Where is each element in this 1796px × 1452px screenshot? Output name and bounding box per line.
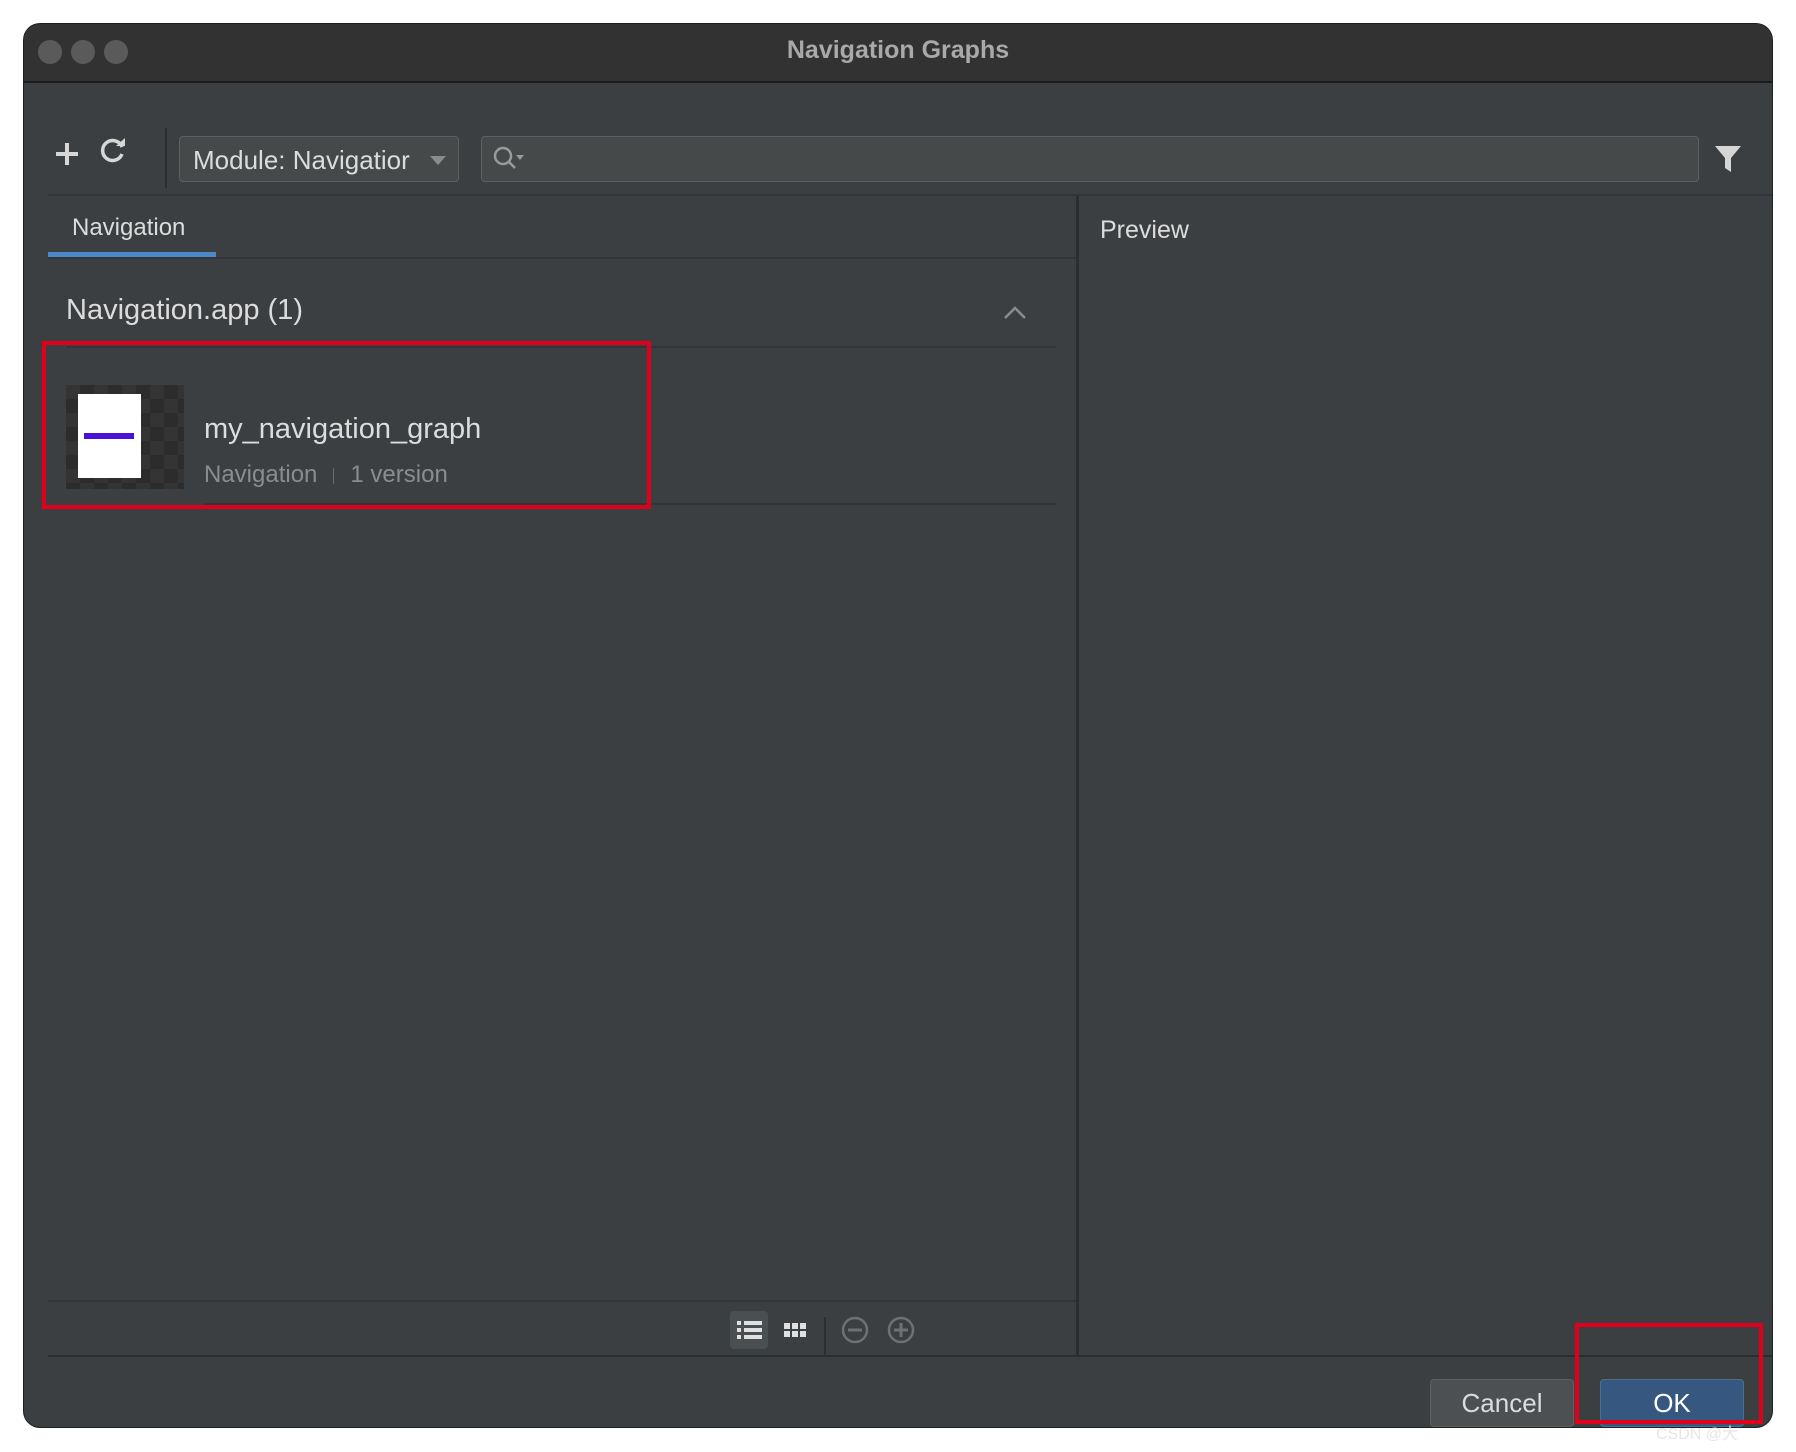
view-controls-separator (824, 1317, 826, 1355)
list-view-icon[interactable] (730, 1311, 768, 1349)
search-icon (492, 145, 526, 178)
view-controls-divider (48, 1300, 1076, 1302)
preview-title: Preview (1100, 216, 1189, 244)
search-input[interactable] (481, 136, 1699, 182)
chevron-up-icon[interactable] (1003, 304, 1027, 325)
grid-view-icon[interactable] (776, 1311, 814, 1349)
cancel-button[interactable]: Cancel (1430, 1379, 1574, 1427)
module-select-value: Module: Navigatior (193, 145, 410, 175)
chevron-down-icon (430, 156, 446, 165)
item-highlight-box (42, 341, 651, 509)
tab-navigation[interactable]: Navigation (72, 214, 185, 242)
window-title: Navigation Graphs (786, 36, 1010, 64)
filter-icon[interactable] (1714, 144, 1742, 179)
plus-icon[interactable] (54, 136, 80, 176)
module-select[interactable]: Module: Navigatior (179, 136, 459, 182)
ok-highlight-box (1575, 1323, 1763, 1424)
preview-panel: Preview (1080, 196, 1772, 1356)
panel-splitter[interactable] (1076, 196, 1079, 1356)
title-bar: Navigation Graphs (24, 24, 1772, 83)
toolbar-separator (165, 128, 167, 188)
toolbar: Module: Navigatior (24, 83, 1772, 195)
navigation-graphs-dialog: Navigation Graphs Module: Navigatior Nav… (24, 24, 1772, 1427)
zoom-in-icon[interactable] (882, 1311, 920, 1349)
group-header[interactable]: Navigation.app (1) (66, 294, 303, 327)
tab-bar-divider (48, 257, 1076, 259)
footer-divider (48, 1355, 1772, 1357)
zoom-out-icon[interactable] (836, 1311, 874, 1349)
refresh-icon[interactable] (98, 134, 128, 174)
watermark: CSDN @大 (1656, 1426, 1739, 1443)
